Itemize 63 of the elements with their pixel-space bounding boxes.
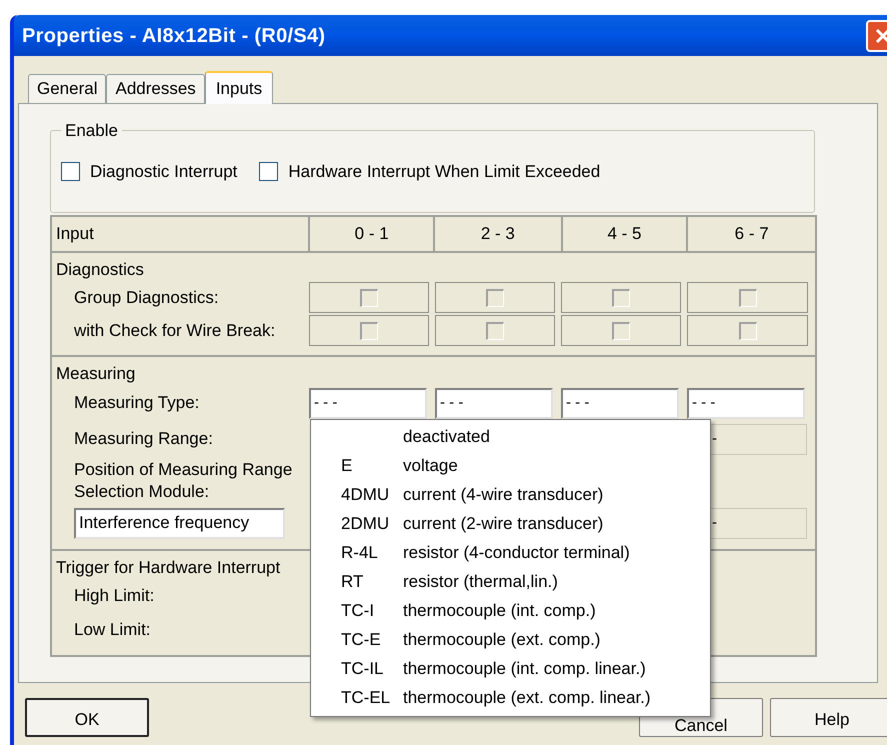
dropdown-option[interactable]: TC-E thermocouple (ext. comp.)	[311, 625, 710, 654]
row-label: Position of Measuring Range Selection Module:	[73, 459, 294, 503]
dropdown-option[interactable]: TC-I thermocouple (int. comp.)	[311, 596, 710, 625]
row-label: High Limit:	[73, 585, 156, 607]
section-title: Measuring	[56, 363, 136, 385]
checkbox[interactable]	[360, 288, 378, 306]
row-label: Measuring Range:	[73, 428, 214, 450]
dropdown-option[interactable]: R-4L resistor (4-conductor terminal)	[311, 538, 710, 567]
column-header: 6 - 7	[686, 217, 815, 251]
dropdown-field[interactable]: - - -	[435, 388, 553, 418]
dropdown-field[interactable]: - - -	[561, 388, 679, 418]
row-label: with Check for Wire Break:	[73, 320, 276, 342]
option-label: deactivated	[403, 426, 490, 448]
window-title: Properties - AI8x12Bit - (R0/S4)	[22, 24, 326, 48]
row-label: Group Diagnostics:	[73, 286, 220, 308]
option-label: thermocouple (int. comp. linear.)	[403, 658, 646, 680]
option-code: TC-I	[341, 600, 374, 620]
option-label: current (4-wire transducer)	[403, 484, 604, 506]
option-label: current (2-wire transducer)	[403, 512, 604, 535]
dropdown-option[interactable]: TC-IL thermocouple (int. comp. linear.)	[311, 654, 710, 683]
column-header: Input	[55, 223, 95, 246]
option-code: E	[341, 456, 352, 475]
column-header: 4 - 5	[560, 217, 686, 251]
checkbox-label: Hardware Interrupt When Limit Exceeded	[288, 161, 600, 183]
section-title: Trigger for Hardware Interrupt	[56, 557, 282, 579]
checkbox[interactable]	[738, 322, 756, 340]
option-label: thermocouple (ext. comp.)	[403, 628, 600, 651]
option-code: 4DMU	[341, 484, 390, 504]
option-label: thermocouple (int. comp.)	[403, 600, 596, 622]
option-label: resistor (4-conductor terminal)	[403, 542, 630, 564]
checkbox[interactable]	[738, 288, 756, 306]
tab[interactable]: General	[28, 74, 106, 103]
checkbox-label: Diagnostic Interrupt	[90, 161, 238, 183]
option-label: voltage	[403, 454, 458, 477]
option-label: resistor (thermal,lin.)	[403, 570, 558, 593]
row-label: Measuring Type:	[73, 392, 200, 414]
checkbox[interactable]	[486, 322, 504, 340]
option-code: TC-EL	[341, 688, 390, 707]
dropdown-field[interactable]: - - -	[687, 388, 805, 418]
section-title: Diagnostics	[56, 259, 145, 281]
checkbox[interactable]	[61, 162, 80, 182]
dropdown-option[interactable]: RT resistor (thermal,lin.)	[311, 567, 710, 596]
option-code: TC-IL	[341, 658, 384, 678]
close-icon	[874, 26, 887, 44]
column-header: 0 - 1	[308, 217, 433, 251]
row-label: Low Limit:	[73, 619, 152, 641]
checkbox[interactable]	[612, 288, 630, 306]
tab[interactable]: Inputs	[204, 71, 274, 104]
dialog-button[interactable]: OK	[25, 698, 149, 737]
tab[interactable]: Addresses	[106, 74, 205, 103]
checkbox[interactable]	[259, 162, 278, 182]
option-code: R-4L	[341, 542, 378, 562]
checkbox[interactable]	[612, 322, 630, 340]
option-code: RT	[341, 572, 364, 591]
dialog-button[interactable]: Help	[770, 698, 887, 737]
column-header: 2 - 3	[433, 217, 561, 251]
checkbox[interactable]	[360, 322, 378, 340]
checkbox[interactable]	[486, 288, 504, 306]
option-code: 2DMU	[341, 514, 390, 533]
dropdown-field[interactable]: - - -	[309, 388, 427, 418]
text-field[interactable]: Interference frequency	[74, 508, 285, 538]
dropdown-option[interactable]: 4DMU current (4-wire transducer)	[311, 480, 710, 509]
option-code: TC-E	[341, 630, 381, 649]
